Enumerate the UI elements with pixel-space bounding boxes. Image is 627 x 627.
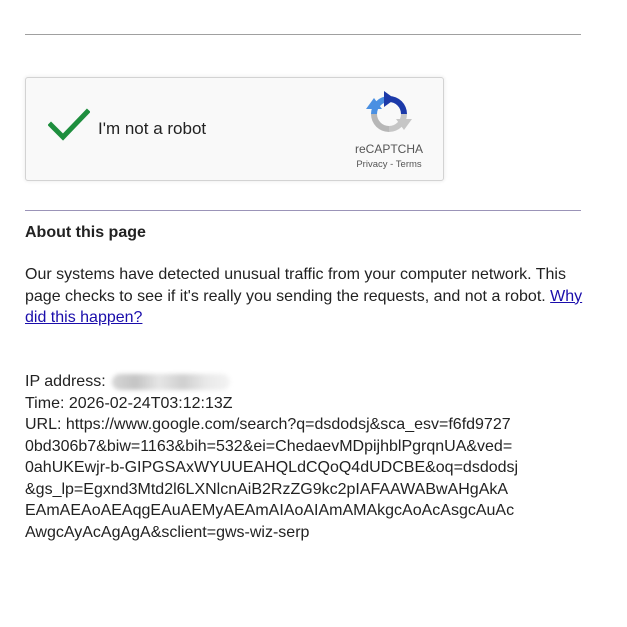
recaptcha-brand-label: reCAPTCHA [354, 142, 423, 156]
top-divider [25, 34, 581, 35]
url-block: URL: https://www.google.com/search?q=dsd… [25, 414, 595, 543]
about-description: Our systems have detected unusual traffi… [25, 264, 585, 329]
ip-address-row: IP address: [25, 371, 595, 393]
about-body-text: Our systems have detected unusual traffi… [25, 266, 566, 305]
url-line: &gs_lp=Egxnd3Mtd2l6LXNlcnAiB2RzZG9kc2pIA… [25, 480, 509, 498]
url-line: AwgcAyAcAgAgA&sclient=gws-wiz-serp [25, 523, 310, 541]
time-row: Time: 2026-02-24T03:12:13Z [25, 393, 595, 415]
url-line: 0ahUKEwjr-b-GIPGSAxWYUUEAHQLdCQoQ4dUDCBE… [25, 459, 519, 476]
url-label: URL: [25, 416, 62, 433]
url-line: https://www.google.com/search?q=dsdodsj&… [65, 416, 511, 433]
recaptcha-logo-icon [366, 91, 412, 132]
links-separator: - [387, 159, 396, 170]
privacy-link[interactable]: Privacy [356, 159, 387, 170]
recaptcha-links: Privacy - Terms [326, 159, 452, 170]
url-line: 0bd306b7&biw=1163&bih=532&ei=ChedaevMDpi… [25, 437, 513, 455]
terms-link[interactable]: Terms [396, 159, 422, 170]
time-label: Time: [25, 394, 65, 412]
about-heading: About this page [25, 224, 146, 241]
section-divider [25, 210, 581, 211]
url-line: EAmAEAoAEAqgEAuAEMyAEAmAIAoAIAmAMAkgcAoA… [25, 502, 515, 519]
time-value: 2026-02-24T03:12:13Z [68, 394, 233, 412]
ip-address-redacted [111, 373, 230, 390]
recaptcha-widget: I'm not a robot reCAPTCHA Privacy - Term… [25, 77, 444, 181]
not-robot-label[interactable]: I'm not a robot [98, 119, 206, 139]
checkmark-icon[interactable] [48, 108, 90, 142]
request-info: IP address: Time: 2026-02-24T03:12:13Z U… [25, 371, 595, 543]
ip-address-label: IP address: [25, 373, 106, 390]
